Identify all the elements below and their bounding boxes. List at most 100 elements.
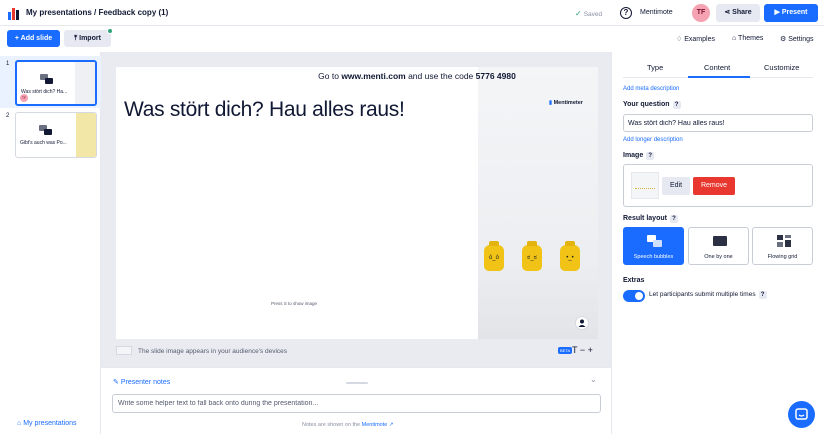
slide-number: 1 [6, 61, 10, 67]
breadcrumb[interactable]: My presentations / Feedback copy (1) [26, 8, 168, 17]
audience-image-thumbnail [116, 346, 132, 355]
gear-icon: ⚙ [780, 36, 789, 43]
audience-image-hint: The slide image appears in your audience… [138, 348, 288, 355]
active-tab-indicator [688, 76, 750, 78]
mentimote-link[interactable]: Mentimote [362, 422, 388, 428]
slides-sidebar: 1 Was stört dich? Ha... TF 2 Gibt's auch… [0, 52, 101, 434]
examples-label: Examples [684, 36, 715, 43]
saved-label: Saved [583, 11, 603, 18]
lightbulb-icon: ♢ [676, 36, 685, 43]
notes-footer-text: Notes are shown on the [302, 422, 362, 428]
result-layout-label: Result layout? [623, 215, 678, 223]
speech-bubbles-icon [647, 235, 662, 247]
image-label: Image? [623, 152, 655, 160]
press-s-hint: Press S to show image [271, 301, 318, 306]
lego-figure: ಠ_ಠ [522, 241, 542, 271]
share-button[interactable]: ⋖ Share [716, 4, 760, 22]
external-link-icon[interactable]: ↗ [387, 422, 394, 428]
help-icon[interactable]: ? [646, 152, 655, 160]
slide-list-item[interactable]: 1 Was stört dich? Ha... TF [0, 56, 101, 108]
add-meta-description-link[interactable]: Add meta description [623, 86, 679, 92]
slide-image: ò_ó ಠ_ಠ •_• [478, 67, 598, 339]
user-icon[interactable] [575, 316, 589, 330]
username-label: Mentimote [640, 9, 673, 16]
multiple-submit-label: Let participants submit multiple times? [649, 291, 767, 299]
help-icon[interactable]: ? [669, 215, 678, 223]
pencil-icon: ✎ [113, 379, 121, 386]
help-icon[interactable]: ? [620, 7, 632, 19]
chat-icon [795, 408, 808, 420]
tab-customize[interactable]: Customize [764, 63, 799, 72]
join-middle: and use the code [405, 71, 476, 81]
help-icon[interactable]: ? [672, 101, 681, 109]
mentimeter-brand: ▮ Mentimeter [549, 100, 583, 106]
multiple-submit-toggle[interactable] [623, 290, 645, 302]
slide-thumbnail[interactable]: Was stört dich? Ha... TF [15, 60, 97, 106]
settings-label: Settings [788, 36, 814, 43]
saved-status: ✓ Saved [575, 9, 602, 18]
slide-number: 2 [6, 113, 10, 119]
chevron-down-icon[interactable]: ⌄ [590, 375, 597, 384]
slide-title: Gibt's auch was Po... [20, 140, 67, 146]
slide-list-item[interactable]: 2 Gibt's auch was Po... [0, 108, 101, 160]
edit-image-button[interactable]: Edit [662, 177, 690, 195]
layout-one-by-one[interactable]: One by one [688, 227, 749, 265]
beta-badge: BETA [558, 347, 573, 354]
join-instructions: Go to www.menti.com and use the code 577… [116, 71, 598, 81]
themes-button[interactable]: ⌂ Themes [732, 35, 763, 42]
presenter-notes-label: Presenter notes [120, 379, 171, 386]
slide-image-preview [76, 113, 96, 157]
my-presentations-link[interactable]: ⌂ My presentations [17, 420, 77, 427]
single-card-icon [713, 236, 727, 246]
slide-title: Was stört dich? Ha... [21, 89, 68, 95]
chat-support-button[interactable] [788, 401, 815, 428]
present-button[interactable]: ▶ Present [764, 4, 818, 22]
tab-content[interactable]: Content [704, 63, 730, 72]
image-thumbnail[interactable] [631, 172, 659, 199]
import-button[interactable]: ⤒ Import [64, 30, 111, 47]
examples-button[interactable]: ♢ Examples [676, 35, 715, 43]
join-url: www.menti.com [341, 71, 406, 81]
settings-button[interactable]: ⚙ Settings [780, 35, 814, 43]
speech-bubbles-icon [39, 125, 52, 135]
slide-thumbnail[interactable]: Gibt's auch was Po... [15, 112, 97, 158]
presenter-notes-input[interactable] [112, 394, 601, 413]
help-icon[interactable]: ? [758, 291, 767, 299]
question-input[interactable] [623, 114, 813, 132]
grid-icon [777, 235, 791, 247]
tab-type[interactable]: Type [647, 63, 663, 72]
join-prefix: Go to [318, 71, 342, 81]
share-icon: ⋖ [724, 9, 733, 16]
notification-dot [107, 28, 113, 34]
resize-handle[interactable] [346, 382, 368, 384]
avatar[interactable]: TF [692, 4, 710, 22]
lego-figure: ò_ó [484, 241, 504, 271]
layout-label: One by one [704, 254, 733, 260]
join-code: 5776 4980 [475, 71, 516, 81]
my-presentations-label: My presentations [23, 420, 77, 427]
lego-figure: •_• [560, 241, 580, 271]
remove-image-button[interactable]: Remove [693, 177, 735, 195]
presenter-notes-header[interactable]: ✎ Presenter notes [113, 378, 170, 386]
mentimeter-logo-icon[interactable] [8, 6, 22, 20]
notes-footer: Notes are shown on the Mentimote ↗ [302, 422, 393, 428]
thumbnail-detail [635, 188, 655, 190]
add-longer-description-link[interactable]: Add longer description [623, 137, 683, 143]
slide-question[interactable]: Was stört dich? Hau alles raus! [124, 98, 405, 122]
import-label: Import [79, 35, 101, 42]
present-label: Present [781, 9, 808, 16]
play-icon: ▶ [774, 9, 782, 16]
brand-label: Mentimeter [553, 100, 583, 106]
share-label: Share [732, 9, 752, 16]
your-question-label: Your question? [623, 101, 681, 109]
layout-speech-bubbles[interactable]: Speech bubbles [623, 227, 684, 265]
text-size-control[interactable]: T − + [572, 345, 593, 355]
layout-flowing-grid[interactable]: Flowing grid [752, 227, 813, 265]
themes-label: Themes [738, 35, 764, 42]
slide-avatar: TF [20, 94, 28, 102]
add-slide-button[interactable]: + Add slide [7, 30, 60, 47]
layout-label: Speech bubbles [633, 254, 674, 260]
speech-bubbles-icon [40, 74, 53, 84]
check-icon: ✓ [575, 9, 582, 18]
layout-label: Flowing grid [767, 254, 798, 260]
